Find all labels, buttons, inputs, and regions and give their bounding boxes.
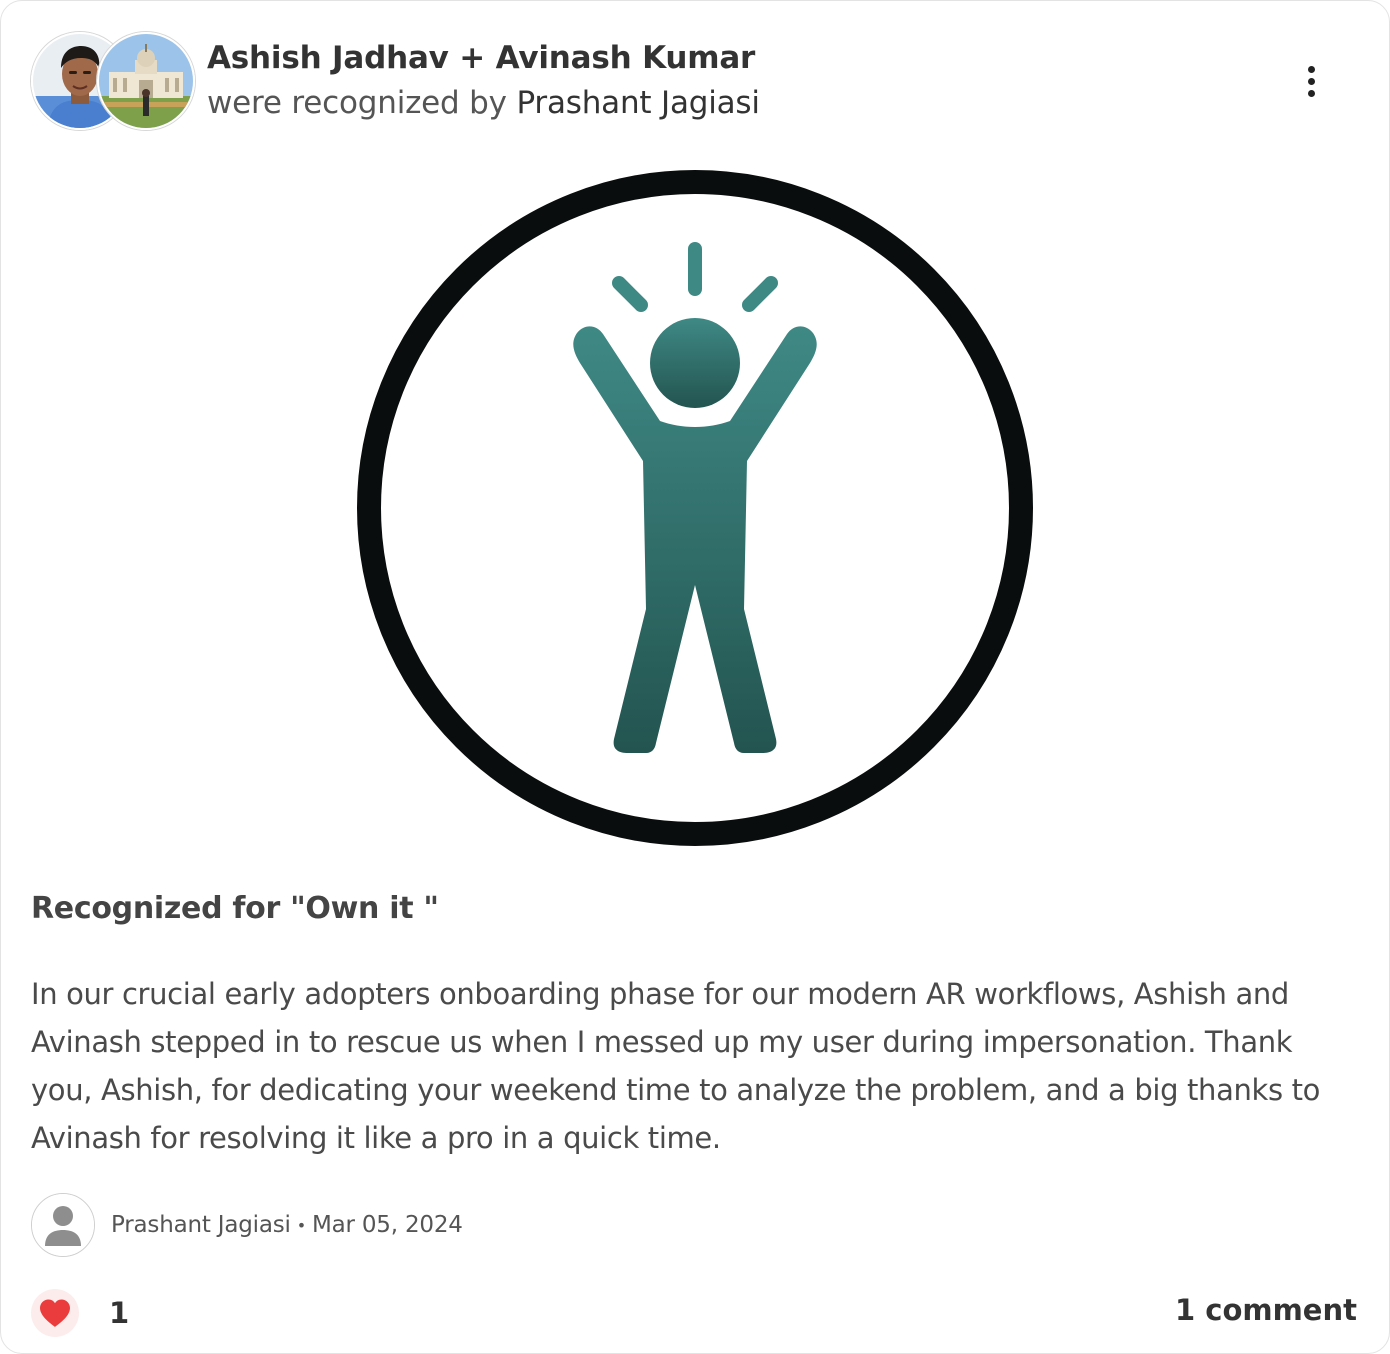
author-meta: Prashant Jagiasi • Mar 05, 2024 (111, 1212, 463, 1238)
like-button[interactable] (31, 1289, 79, 1337)
more-vertical-icon-dot (1307, 89, 1315, 97)
like-count[interactable]: 1 (109, 1296, 129, 1330)
author-name[interactable]: Prashant Jagiasi (111, 1212, 291, 1238)
meta-separator: • (296, 1216, 306, 1235)
recognized-by-label: were recognized by (207, 85, 507, 121)
recipient-avatars (31, 32, 195, 130)
recognition-badge (356, 169, 1034, 847)
landmark-photo-icon (99, 34, 193, 128)
more-vertical-icon-dot (1307, 77, 1315, 85)
recognized-for-heading: Recognized for "Own it " (31, 891, 439, 926)
giver-name[interactable]: Prashant Jagiasi (516, 85, 760, 121)
author-avatar[interactable] (31, 1193, 95, 1257)
recipient-avatar-avinash[interactable] (97, 32, 195, 130)
more-options-button[interactable] (1293, 59, 1329, 103)
celebrating-person-icon (357, 170, 1033, 846)
comments-link[interactable]: 1 comment (1175, 1293, 1357, 1327)
like-section: 1 (31, 1285, 129, 1341)
recognition-header: Ashish Jadhav + Avinash Kumar were recog… (207, 37, 760, 127)
more-vertical-icon (1307, 65, 1315, 73)
recognition-card: Ashish Jadhav + Avinash Kumar were recog… (0, 0, 1390, 1354)
recognition-message: In our crucial early adopters onboarding… (31, 977, 1321, 1155)
heart-icon (40, 1299, 70, 1327)
recognition-subtitle: were recognized by Prashant Jagiasi (207, 79, 760, 127)
post-date: Mar 05, 2024 (311, 1212, 463, 1238)
recipient-names[interactable]: Ashish Jadhav + Avinash Kumar (207, 37, 760, 79)
author-row: Prashant Jagiasi • Mar 05, 2024 (31, 1193, 463, 1257)
default-user-icon (32, 1194, 94, 1256)
